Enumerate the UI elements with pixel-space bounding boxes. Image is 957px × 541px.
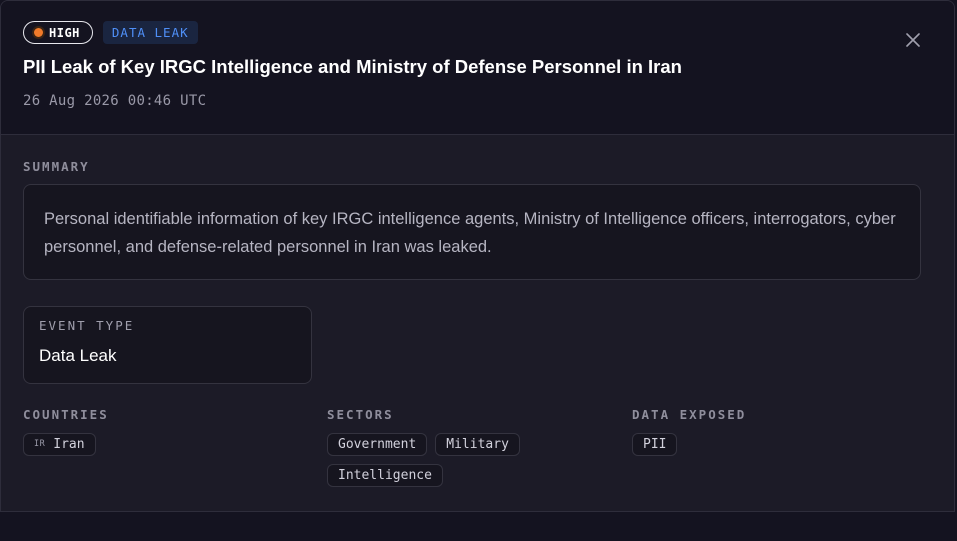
severity-dot-icon <box>34 28 43 37</box>
sectors-list: Government Military Intelligence <box>327 433 587 487</box>
summary-text: Personal identifiable information of key… <box>44 210 896 256</box>
countries-label: COUNTRIES <box>23 407 109 422</box>
data-exposed-list: PII <box>632 433 912 456</box>
country-code: IR <box>34 439 46 449</box>
badge-row: HIGH DATA LEAK <box>23 21 198 44</box>
severity-badge: HIGH <box>23 21 93 44</box>
page-title: PII Leak of Key IRGC Intelligence and Mi… <box>23 56 682 77</box>
data-exposed-label: DATA EXPOSED <box>632 407 747 422</box>
close-button[interactable] <box>901 28 925 52</box>
summary-label: SUMMARY <box>23 159 90 174</box>
event-type-label: EVENT TYPE <box>39 318 135 333</box>
country-name: Iran <box>53 437 85 452</box>
event-detail-panel: HIGH DATA LEAK PII Leak of Key IRGC Inte… <box>0 0 955 512</box>
country-chip: IR Iran <box>23 433 96 456</box>
sectors-label: SECTORS <box>327 407 394 422</box>
data-exposed-chip: PII <box>632 433 678 456</box>
countries-list: IR Iran <box>23 433 303 456</box>
timestamp: 26 Aug 2026 00:46 UTC <box>23 93 207 109</box>
sector-chip-government: Government <box>327 433 428 456</box>
panel-header: HIGH DATA LEAK PII Leak of Key IRGC Inte… <box>1 1 954 135</box>
event-type-badge: DATA LEAK <box>102 21 198 44</box>
sector-chip-intelligence: Intelligence <box>327 464 443 487</box>
severity-label: HIGH <box>49 25 80 40</box>
close-icon <box>906 33 920 47</box>
event-type-value: Data Leak <box>39 346 117 365</box>
event-type-card: EVENT TYPE Data Leak <box>23 306 312 384</box>
sector-chip-military: Military <box>435 433 520 456</box>
summary-box: Personal identifiable information of key… <box>23 184 921 280</box>
